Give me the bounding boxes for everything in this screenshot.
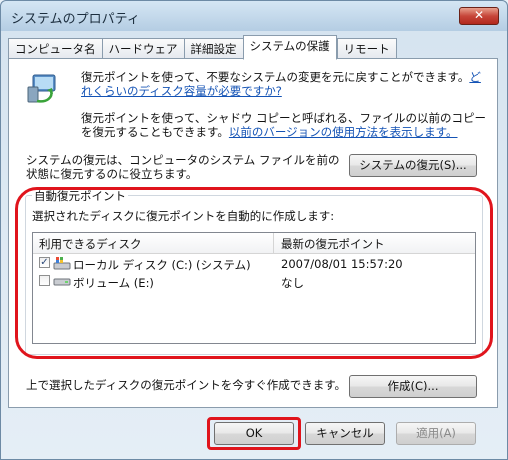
restore-points-text: 復元ポイントを使って、不要なシステムの変更を元に戻すことができます。 [81, 70, 470, 84]
highlight-ok-button [207, 417, 301, 450]
system-properties-window: システムのプロパティ ✕ コンピュータ名 ハードウェア 詳細設定 システムの保護… [0, 0, 508, 460]
tab-system-protection[interactable]: システムの保護 [242, 35, 337, 60]
previous-versions-link[interactable]: 以前のバージョンの使用方法を表示します。 [229, 125, 458, 139]
tab-advanced[interactable]: 詳細設定 [183, 38, 243, 59]
restore-points-description: 復元ポイントを使って、不要なシステムの変更を元に戻すことができます。どれくらいの… [81, 70, 491, 98]
title-bar[interactable]: システムのプロパティ ✕ [1, 1, 507, 31]
close-icon: ✕ [473, 8, 485, 22]
highlight-auto-restore [15, 187, 493, 359]
tab-remote[interactable]: リモート [336, 38, 397, 59]
close-button[interactable]: ✕ [459, 7, 499, 25]
system-restore-icon [27, 74, 56, 103]
create-button[interactable]: 作成(C)... [349, 375, 477, 398]
create-description: 上で選択したディスクの復元ポイントを今すぐ作成できます。 [26, 378, 347, 392]
cancel-button[interactable]: キャンセル [305, 422, 385, 445]
system-restore-button[interactable]: システムの復元(S)... [349, 154, 477, 177]
tab-strip: コンピュータ名 ハードウェア 詳細設定 システムの保護 リモート [8, 35, 397, 60]
shadow-copy-description: 復元ポイントを使って、シャドウ コピーと呼ばれる、ファイルの以前のコピーを復元す… [81, 111, 491, 139]
tab-computer-name[interactable]: コンピュータ名 [8, 38, 102, 59]
system-restore-description: システムの復元は、コンピュータのシステム ファイルを前の状態に復元するのに役立ち… [26, 153, 340, 181]
window-title: システムのプロパティ [11, 12, 140, 27]
apply-button[interactable]: 適用(A) [396, 422, 476, 445]
tab-hardware[interactable]: ハードウェア [101, 38, 184, 59]
